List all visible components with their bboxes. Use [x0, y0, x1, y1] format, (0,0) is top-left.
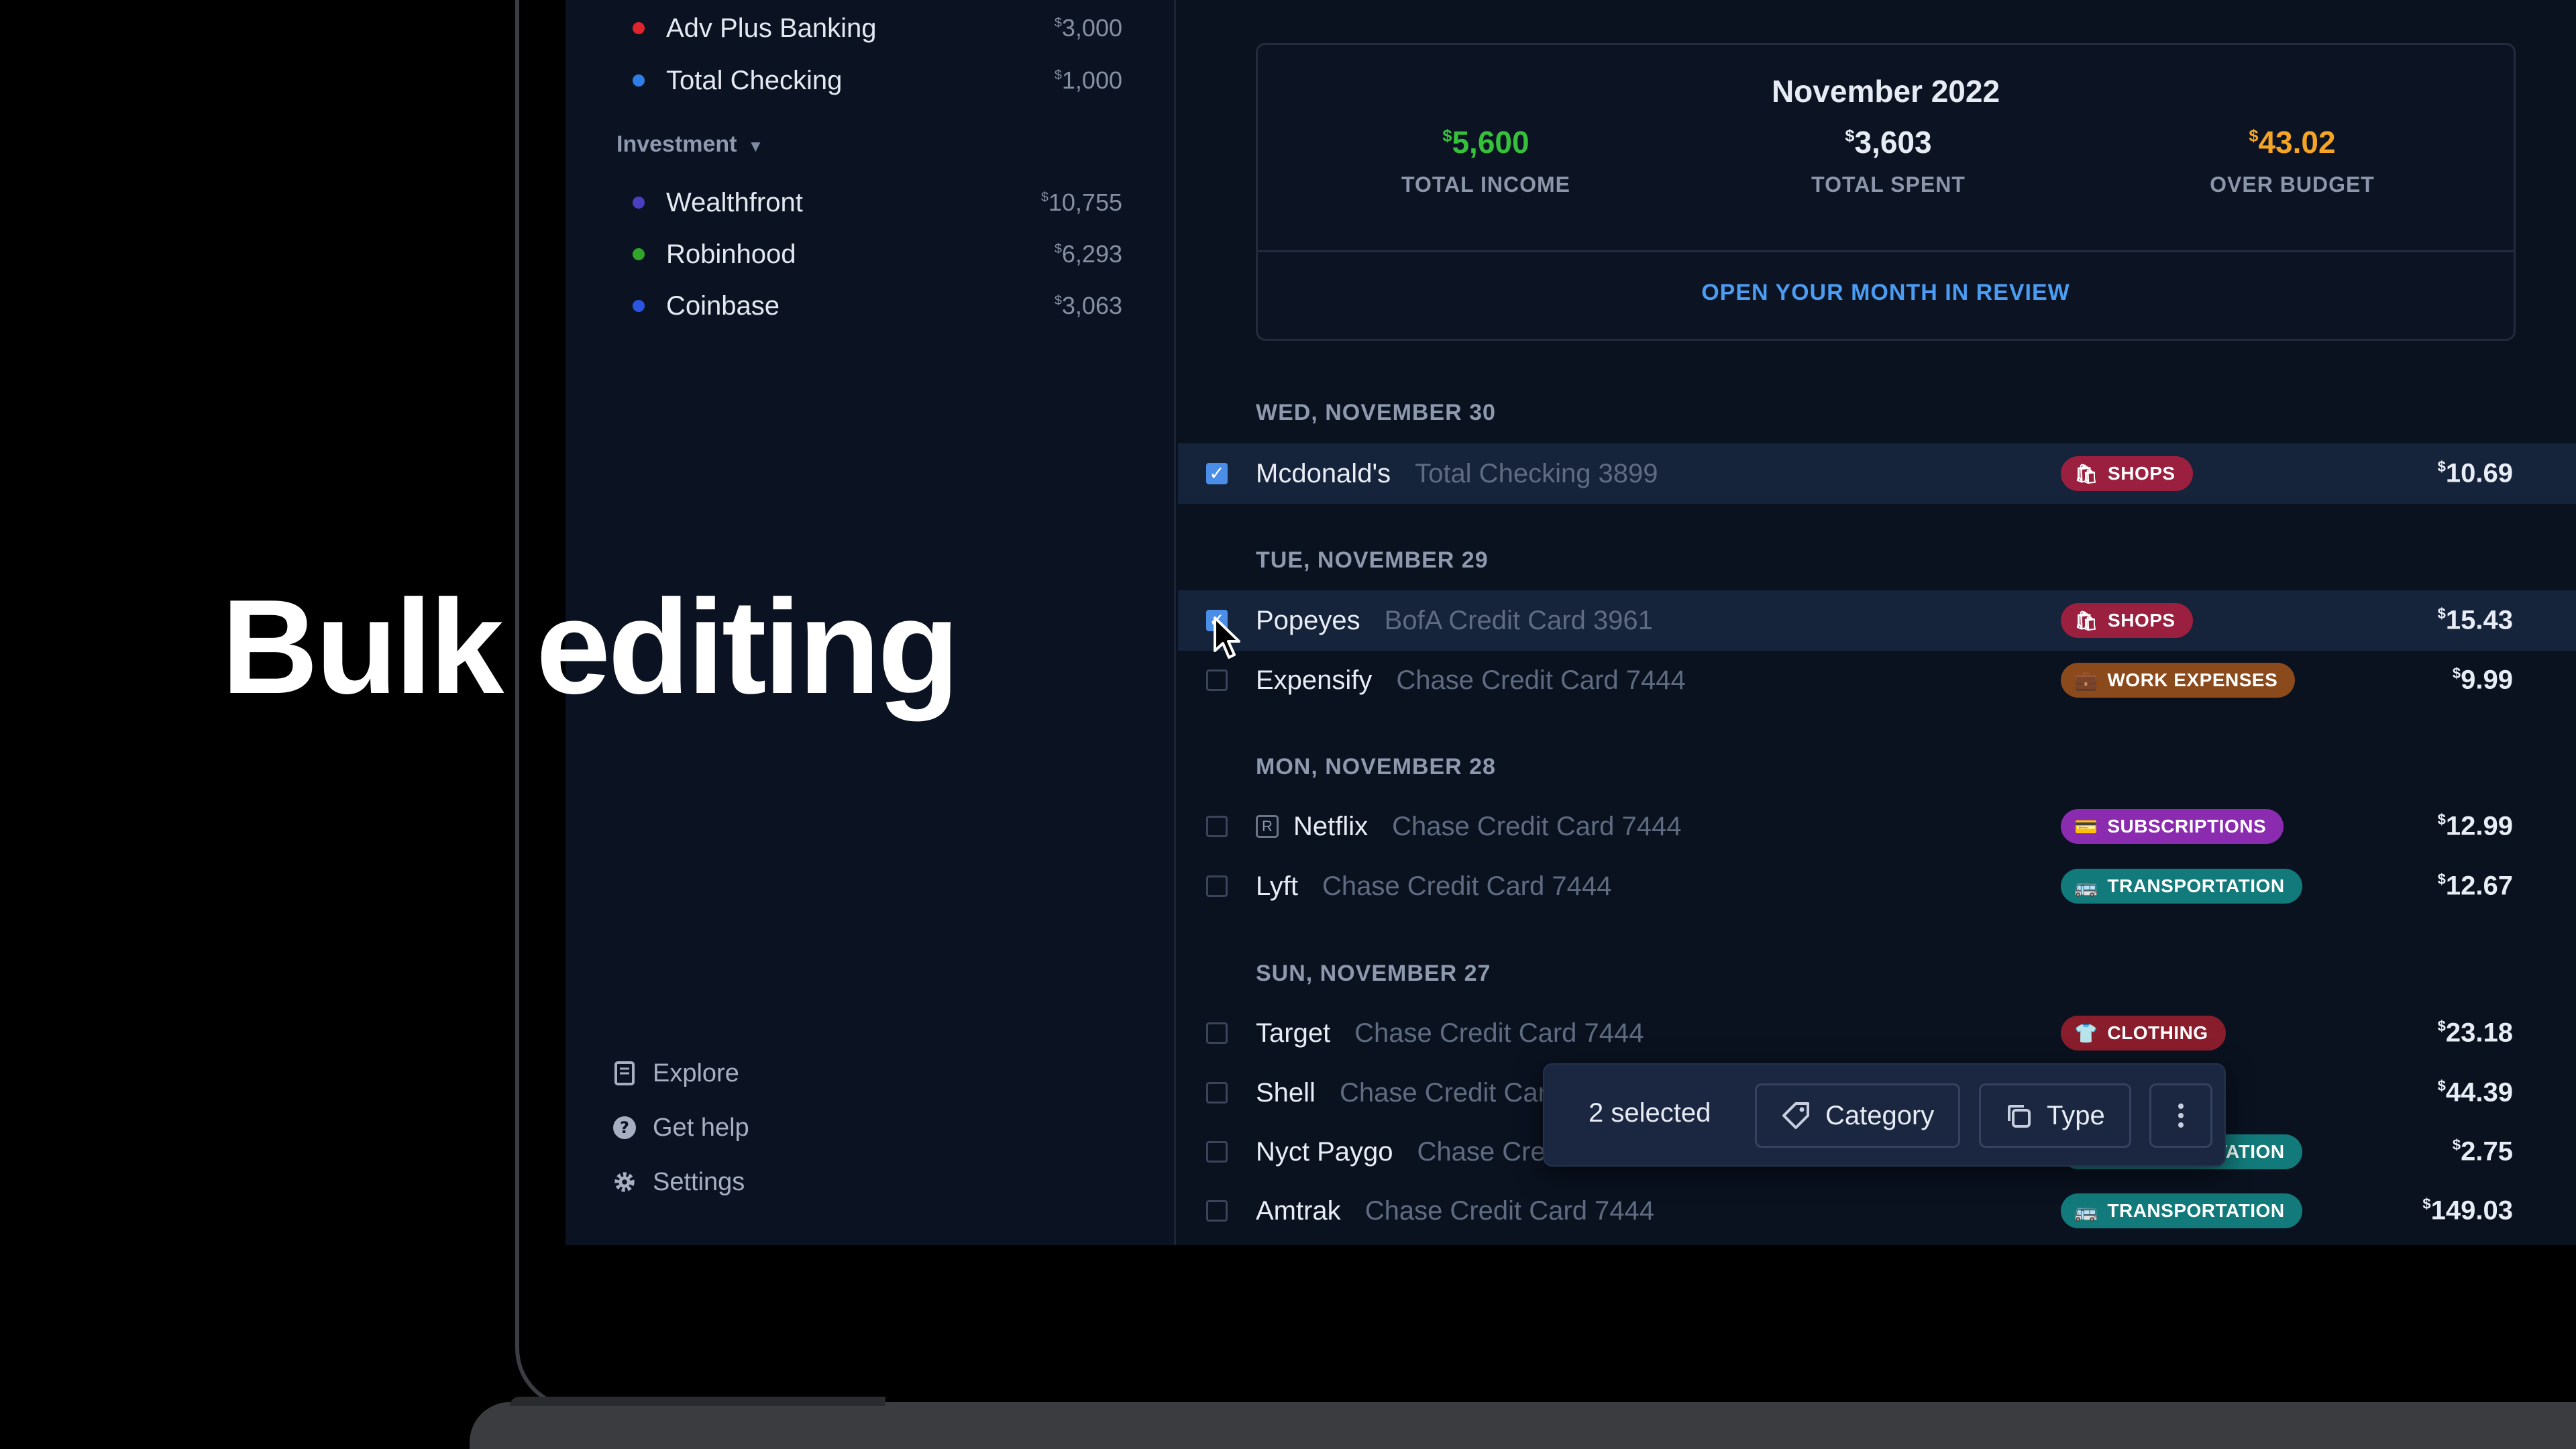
account-dot	[633, 74, 645, 87]
account-dot	[633, 300, 645, 312]
selected-count: 2 selected	[1589, 1098, 1711, 1128]
more-options-button[interactable]	[2149, 1083, 2212, 1148]
total-income-stat: $5,600 TOTAL INCOME	[1401, 125, 1570, 197]
transaction-merchant: R Netflix Chase Credit Card 7444	[1256, 812, 1682, 842]
transaction-amount: $23.18	[2437, 1018, 2513, 1048]
row-checkbox[interactable]	[1206, 816, 1228, 837]
category-tag[interactable]: 👕 CLOTHING	[2061, 1016, 2226, 1051]
bus-icon: 🚌	[2074, 875, 2098, 897]
transactions-panel: November 2022 $5,600 TOTAL INCOME $3,603…	[1178, 0, 2576, 1245]
table-row[interactable]: Amtrak Chase Credit Card 7444 🚌 TRANSPORTA…	[1178, 1181, 2576, 1241]
gear-icon	[612, 1170, 637, 1194]
settings-link[interactable]: Settings	[612, 1162, 745, 1202]
month-summary-card: November 2022 $5,600 TOTAL INCOME $3,603…	[1256, 43, 2516, 341]
type-button[interactable]: Type	[1979, 1083, 2131, 1148]
account-name: Adv Plus Banking	[666, 13, 877, 43]
sidebar-account-wealthfront[interactable]: Wealthfront $10,755	[633, 182, 1122, 223]
category-tag[interactable]: 🚌TRANSPORTATION	[2061, 1193, 2302, 1228]
account-amount: $1,000	[1054, 66, 1122, 94]
account-dot	[633, 197, 645, 209]
category-tag[interactable]: 💳 SUBSCRIPTIONS	[2061, 809, 2284, 844]
account-name: Coinbase	[666, 290, 780, 321]
transaction-amount: $15.43	[2437, 605, 2513, 635]
account-dot	[633, 22, 645, 34]
account-amount: $10,755	[1040, 189, 1122, 216]
investment-group-toggle[interactable]: Investment ▼	[616, 131, 763, 158]
account-name: Total Checking	[666, 65, 843, 95]
account-dot	[633, 248, 645, 260]
get-help-link[interactable]: ? Get help	[612, 1108, 749, 1148]
transaction-merchant: Popeyes BofA Credit Card 3961	[1256, 605, 1653, 635]
shirt-icon: 👕	[2074, 1022, 2098, 1044]
sidebar-account-total-checking[interactable]: Total Checking $1,000	[633, 60, 1122, 101]
category-tag[interactable]: 🛍 SHOPS	[2061, 603, 2193, 638]
sidebar-account-adv-plus[interactable]: Adv Plus Banking $3,000	[633, 8, 1122, 48]
shopping-bag-icon: 🛍	[2074, 610, 2099, 631]
date-header: MON, NOVEMBER 28	[1256, 754, 1496, 780]
date-header: WED, NOVEMBER 30	[1256, 400, 1496, 425]
recurring-icon: R	[1256, 815, 1279, 838]
credit-card-icon: 💳	[2074, 816, 2098, 837]
date-header: SUN, NOVEMBER 27	[1256, 961, 1491, 986]
table-row[interactable]: Expensify Chase Credit Card 7444 💼 WORK EX…	[1178, 650, 2576, 710]
card-divider	[1258, 250, 2514, 252]
book-icon	[612, 1061, 637, 1085]
transaction-amount: $12.99	[2437, 811, 2513, 841]
account-amount: $3,000	[1054, 14, 1122, 42]
table-row[interactable]: Lyft Chase Credit Card 7444 🚌 TRANSPORTATI…	[1178, 856, 2576, 916]
transaction-amount: $44.39	[2437, 1077, 2513, 1108]
copy-icon	[2005, 1102, 2032, 1129]
svg-text:?: ?	[620, 1118, 629, 1137]
transaction-amount: $149.03	[2422, 1195, 2513, 1226]
sidebar-account-coinbase[interactable]: Coinbase $3,063	[633, 286, 1122, 326]
account-amount: $3,063	[1054, 292, 1122, 319]
category-tag[interactable]: 🛍 SHOPS	[2061, 456, 2193, 491]
more-vertical-icon	[2177, 1101, 2185, 1130]
sidebar-account-robinhood[interactable]: Robinhood $6,293	[633, 234, 1122, 274]
date-header: TUE, NOVEMBER 29	[1256, 547, 1489, 573]
transaction-amount: $10.69	[2437, 458, 2513, 488]
month-in-review-link[interactable]: OPEN YOUR MONTH IN REVIEW	[1258, 280, 2514, 306]
row-checkbox[interactable]	[1206, 669, 1228, 691]
shopping-bag-icon: 🛍	[2074, 463, 2099, 484]
transaction-amount: $9.99	[2452, 665, 2513, 695]
laptop-base-notch	[510, 1397, 885, 1406]
account-name: Robinhood	[666, 239, 796, 269]
laptop-base	[470, 1402, 2576, 1449]
transaction-amount: $12.67	[2437, 871, 2513, 901]
transaction-merchant: Mcdonald's Total Checking 3899	[1256, 458, 1658, 488]
transaction-merchant: Expensify Chase Credit Card 7444	[1256, 665, 1686, 695]
category-tag[interactable]: 🚌TRANSPORTATION	[2061, 869, 2302, 904]
bus-icon: 🚌	[2074, 1200, 2098, 1222]
account-amount: $6,293	[1054, 240, 1122, 268]
row-checkbox[interactable]	[1206, 1200, 1228, 1222]
help-icon: ?	[612, 1116, 637, 1140]
transaction-amount: $2.75	[2452, 1136, 2513, 1167]
category-tag[interactable]: 💼 WORK EXPENSES	[2061, 663, 2296, 698]
total-spent-stat: $3,603 TOTAL SPENT	[1811, 125, 1966, 197]
table-row[interactable]: ✓ PopeyesBofA Credit Card 3961 🛍SHOPS $1…	[1178, 590, 2576, 651]
bulk-action-bar: 2 selected Category Type	[1543, 1063, 2226, 1167]
caret-down-icon: ▼	[747, 138, 764, 156]
table-row[interactable]: ✓ Mcdonald's Total Checking 3899 🛍 SHOPS $…	[1178, 443, 2576, 504]
over-budget-stat: $43.02 OVER BUDGET	[2210, 125, 2375, 197]
feature-title: Bulk editing	[221, 572, 959, 722]
account-name: Wealthfront	[666, 187, 803, 217]
transaction-merchant: Target Chase Credit Card 7444	[1256, 1018, 1644, 1048]
briefcase-icon: 💼	[2074, 669, 2098, 691]
row-checkbox[interactable]	[1206, 1022, 1228, 1044]
table-row[interactable]: R Netflix Chase Credit Card 7444 💳 SUBSCRIP…	[1178, 796, 2576, 857]
tag-icon	[1781, 1101, 1811, 1130]
transaction-merchant: Amtrak Chase Credit Card 7444	[1256, 1195, 1655, 1226]
month-title: November 2022	[1771, 74, 2000, 109]
explore-link[interactable]: Explore	[612, 1053, 739, 1093]
transaction-merchant: Lyft Chase Credit Card 7444	[1256, 871, 1612, 901]
mouse-cursor-icon	[1213, 616, 1242, 663]
row-checkbox[interactable]: ✓	[1206, 463, 1228, 484]
row-checkbox[interactable]	[1206, 1082, 1228, 1104]
row-checkbox[interactable]	[1206, 1141, 1228, 1163]
table-row[interactable]: Target Chase Credit Card 7444 👕 CLOTHING $…	[1178, 1003, 2576, 1063]
category-button[interactable]: Category	[1755, 1083, 1961, 1148]
row-checkbox[interactable]	[1206, 875, 1228, 897]
